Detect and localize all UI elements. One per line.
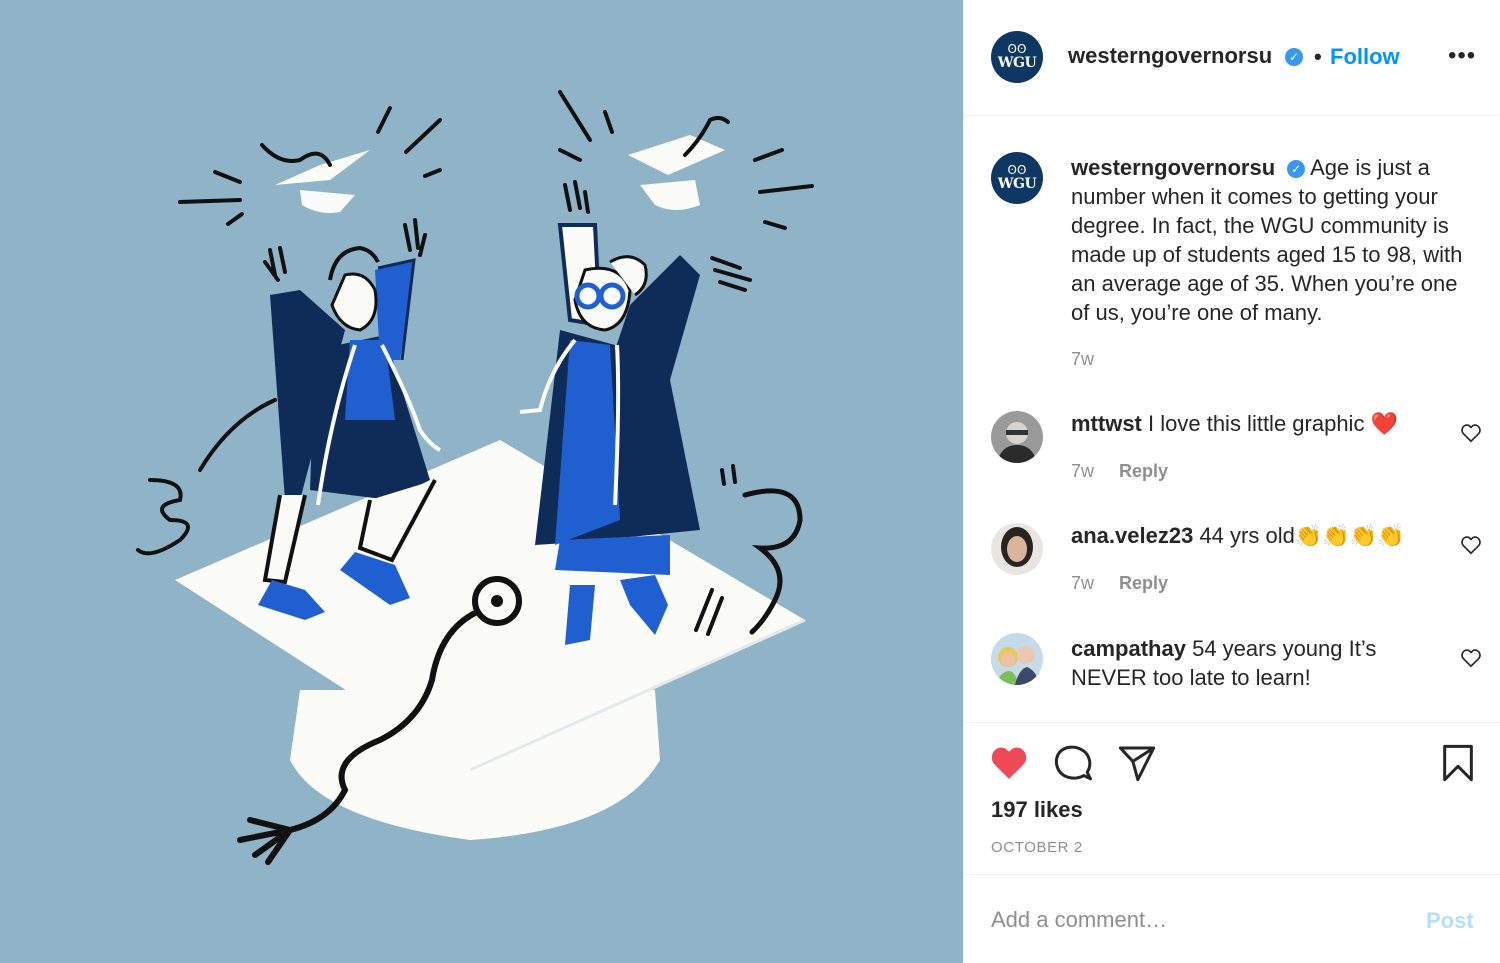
caption-timestamp[interactable]: 7w xyxy=(1071,349,1094,370)
heart-outline-icon[interactable] xyxy=(1460,647,1482,669)
comment-bubble-icon[interactable] xyxy=(1053,743,1093,783)
reply-button[interactable]: Reply xyxy=(1119,573,1168,593)
avatar-photo-icon xyxy=(991,633,1043,685)
caption-avatar[interactable]: ʘʘ WGU xyxy=(991,152,1043,204)
post-header: ʘʘ WGU westerngovernorsu ✓ • Follow ••• xyxy=(964,0,1500,116)
bookmark-icon[interactable] xyxy=(1438,743,1478,783)
comment-body: 44 yrs old👏👏👏👏 xyxy=(1199,523,1405,548)
post-date[interactable]: OCTOBER 2 xyxy=(991,839,1083,856)
comment-time[interactable]: 7w xyxy=(1071,461,1094,481)
comment-username[interactable]: ana.velez23 xyxy=(1071,523,1193,548)
post-side-panel: ʘʘ WGU westerngovernorsu ✓ • Follow ••• … xyxy=(963,0,1500,963)
comment-text-block: ana.velez23 44 yrs old👏👏👏👏 xyxy=(1071,521,1441,550)
comment-input[interactable] xyxy=(991,903,1411,937)
avatar-photo-icon xyxy=(991,411,1043,463)
follow-button[interactable]: Follow xyxy=(1330,44,1400,70)
caption-text-block: westerngovernorsu ✓ Age is just a number … xyxy=(1071,153,1481,327)
comment-time[interactable]: 7w xyxy=(1071,573,1094,593)
heart-outline-icon[interactable] xyxy=(1460,422,1482,444)
caption-body: Age is just a number when it comes to ge… xyxy=(1071,155,1463,325)
comment-meta: 7w Reply xyxy=(1071,461,1168,482)
verified-badge-icon: ✓ xyxy=(1287,160,1306,178)
header-separator: • xyxy=(1314,44,1322,69)
more-options-icon[interactable]: ••• xyxy=(1448,42,1476,70)
add-comment-bar: Post xyxy=(964,874,1500,963)
comment-text-block: mttwst I love this little graphic ❤️ xyxy=(1071,409,1441,438)
header-username[interactable]: westerngovernorsu xyxy=(1068,43,1272,69)
comment-body: I love this little graphic ❤️ xyxy=(1148,411,1398,436)
avatar-logo-text: WGU xyxy=(997,176,1037,192)
heart-filled-icon[interactable] xyxy=(989,743,1029,783)
avatar-logo-text: WGU xyxy=(997,55,1037,71)
post-image[interactable] xyxy=(0,0,963,963)
comment-text-block: campathay 54 years young It’s NEVER too … xyxy=(1071,634,1441,692)
commenter-avatar[interactable] xyxy=(991,411,1043,463)
owl-logo-icon: ʘʘ xyxy=(1007,163,1027,177)
profile-avatar[interactable]: ʘʘ WGU xyxy=(991,31,1043,83)
graduation-illustration xyxy=(136,90,814,865)
reply-button[interactable]: Reply xyxy=(1119,461,1168,481)
comment-meta: 7w Reply xyxy=(1071,573,1168,594)
verified-badge-icon: ✓ xyxy=(1285,48,1303,66)
paper-plane-icon[interactable] xyxy=(1117,743,1157,783)
caption-username[interactable]: westerngovernorsu xyxy=(1071,155,1275,180)
avatar-photo-icon xyxy=(991,523,1043,575)
commenter-avatar[interactable] xyxy=(991,633,1043,685)
heart-outline-icon[interactable] xyxy=(1460,534,1482,556)
comment-username[interactable]: campathay xyxy=(1071,636,1186,661)
comment-username[interactable]: mttwst xyxy=(1071,411,1142,436)
owl-logo-icon: ʘʘ xyxy=(1007,42,1027,56)
likes-count[interactable]: 197 likes xyxy=(991,797,1083,823)
commenter-avatar[interactable] xyxy=(991,523,1043,575)
post-comment-button[interactable]: Post xyxy=(1426,908,1474,934)
action-bar: 197 likes OCTOBER 2 xyxy=(964,722,1500,874)
